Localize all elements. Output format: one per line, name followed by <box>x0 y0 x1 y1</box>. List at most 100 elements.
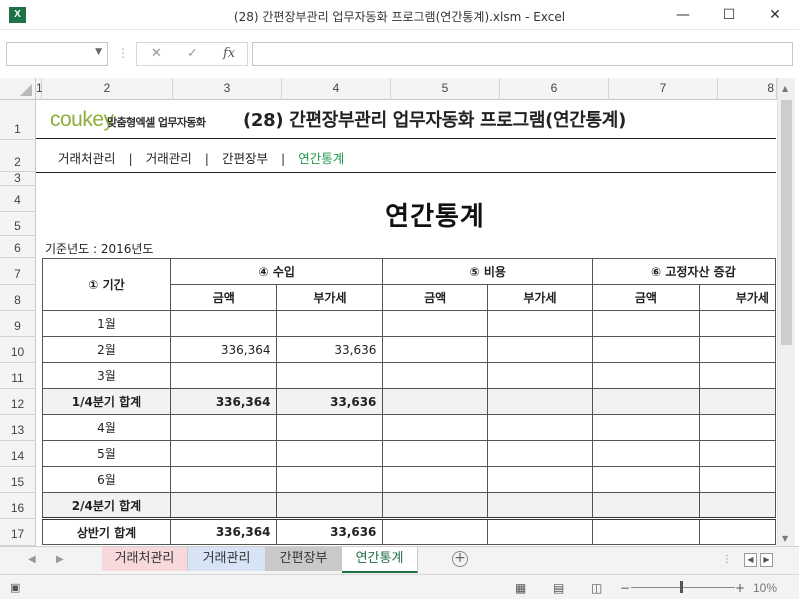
table-cell[interactable] <box>592 492 700 519</box>
table-cell[interactable] <box>698 336 776 363</box>
page-break-view-icon[interactable]: ◫ <box>591 581 602 595</box>
table-cell[interactable] <box>382 362 488 389</box>
table-cell[interactable] <box>486 414 594 441</box>
period-header[interactable]: ① 기간 <box>41 258 172 311</box>
period-cell[interactable]: 6월 <box>41 466 172 493</box>
page-layout-icon[interactable]: ▤ <box>553 581 564 595</box>
table-cell[interactable] <box>698 517 776 545</box>
minimize-button[interactable]: — <box>660 0 706 30</box>
tab-scroll-left-icon[interactable]: ◀ <box>28 554 36 565</box>
income-vat-cell[interactable] <box>276 492 384 519</box>
row-header[interactable]: 14 <box>0 441 36 467</box>
fixed-asset-header[interactable]: ⑥ 고정자산 증감 <box>592 258 776 285</box>
row-header[interactable]: 6 <box>0 236 36 258</box>
column-header[interactable]: 6 <box>500 78 609 100</box>
insert-function-icon[interactable]: fx <box>223 46 235 61</box>
table-cell[interactable] <box>382 310 488 337</box>
row-header[interactable]: 3 <box>0 172 36 186</box>
nav-link-clients[interactable]: 거래처관리 <box>58 148 116 167</box>
fixed-asset-vat-header[interactable]: 부가세 <box>698 284 776 311</box>
income-amount-cell[interactable] <box>170 492 278 519</box>
period-cell[interactable]: 1월 <box>41 310 172 337</box>
row-header[interactable]: 15 <box>0 467 36 493</box>
table-cell[interactable] <box>698 440 776 467</box>
scroll-thumb[interactable] <box>781 100 792 345</box>
zoom-out-icon[interactable]: − <box>620 581 630 595</box>
column-header[interactable]: 7 <box>609 78 718 100</box>
tab-transactions[interactable]: 거래관리 <box>188 547 266 571</box>
table-cell[interactable] <box>382 440 488 467</box>
table-cell[interactable] <box>698 414 776 441</box>
period-cell[interactable]: 2월 <box>41 336 172 363</box>
row-header[interactable]: 4 <box>0 186 36 212</box>
table-cell[interactable] <box>698 362 776 389</box>
vertical-scrollbar[interactable]: ▲ ▼ <box>777 78 795 548</box>
zoom-slider-thumb[interactable] <box>680 581 683 593</box>
income-vat-cell[interactable]: 33,636 <box>276 517 384 545</box>
row-header[interactable]: 16 <box>0 493 36 519</box>
expense-vat-header[interactable]: 부가세 <box>486 284 594 311</box>
expense-header[interactable]: ⑤ 비용 <box>382 258 593 285</box>
close-button[interactable]: ✕ <box>752 0 798 30</box>
row-header[interactable]: 2 <box>0 140 36 172</box>
zoom-level[interactable]: 10% <box>753 581 777 595</box>
row-header[interactable]: 12 <box>0 389 36 415</box>
table-cell[interactable] <box>382 336 488 363</box>
income-vat-cell[interactable]: 33,636 <box>276 336 384 363</box>
period-cell[interactable]: 5월 <box>41 440 172 467</box>
column-header[interactable]: 8 <box>718 78 777 100</box>
income-amount-cell[interactable] <box>170 310 278 337</box>
table-cell[interactable] <box>382 492 488 519</box>
zoom-slider[interactable] <box>631 587 735 588</box>
table-cell[interactable] <box>698 466 776 493</box>
tab-clients[interactable]: 거래처관리 <box>102 547 188 571</box>
table-cell[interactable] <box>382 466 488 493</box>
table-cell[interactable] <box>382 414 488 441</box>
nav-link-transactions[interactable]: 거래관리 <box>146 148 192 167</box>
table-cell[interactable] <box>486 492 594 519</box>
expense-amount-header[interactable]: 금액 <box>382 284 488 311</box>
row-header[interactable]: 17 <box>0 519 36 546</box>
table-cell[interactable] <box>592 466 700 493</box>
macro-record-icon[interactable]: ▣ <box>10 581 20 594</box>
income-vat-cell[interactable] <box>276 440 384 467</box>
row-header[interactable]: 5 <box>0 212 36 236</box>
hscroll-left-icon[interactable]: ◀ <box>744 553 757 567</box>
income-vat-header[interactable]: 부가세 <box>276 284 384 311</box>
zoom-in-icon[interactable]: + <box>735 581 745 595</box>
period-cell[interactable]: 4월 <box>41 414 172 441</box>
period-cell[interactable]: 3월 <box>41 362 172 389</box>
table-cell[interactable] <box>592 517 700 545</box>
income-amount-cell[interactable] <box>170 414 278 441</box>
table-cell[interactable] <box>486 310 594 337</box>
period-cell[interactable]: 2/4분기 합계 <box>41 492 172 519</box>
income-amount-cell[interactable] <box>170 466 278 493</box>
income-amount-header[interactable]: 금액 <box>170 284 278 311</box>
tab-scroll-right-icon[interactable]: ▶ <box>56 554 64 565</box>
column-header[interactable]: 5 <box>391 78 500 100</box>
table-cell[interactable] <box>486 440 594 467</box>
row-header[interactable]: 10 <box>0 337 36 363</box>
name-box[interactable]: ▼ <box>6 42 108 66</box>
row-header[interactable]: 13 <box>0 415 36 441</box>
income-vat-cell[interactable]: 33,636 <box>276 388 384 415</box>
row-header[interactable]: 1 <box>0 100 36 140</box>
income-amount-cell[interactable]: 336,364 <box>170 336 278 363</box>
worksheet[interactable]: coukey 맞춤형엑셀 업무자동화 (28) 간편장부관리 업무자동화 프로그… <box>36 100 776 545</box>
column-header[interactable]: 3 <box>173 78 282 100</box>
income-amount-cell[interactable]: 336,364 <box>170 517 278 545</box>
table-cell[interactable] <box>698 388 776 415</box>
table-cell[interactable] <box>382 517 488 545</box>
select-all-corner[interactable] <box>0 78 36 100</box>
income-amount-cell[interactable] <box>170 362 278 389</box>
normal-view-icon[interactable]: ▦ <box>515 581 526 595</box>
fixed-asset-amount-header[interactable]: 금액 <box>592 284 700 311</box>
income-vat-cell[interactable] <box>276 362 384 389</box>
tab-ledger[interactable]: 간편장부 <box>266 547 342 571</box>
hscroll-right-icon[interactable]: ▶ <box>760 553 773 567</box>
table-cell[interactable] <box>592 388 700 415</box>
nav-link-ledger[interactable]: 간편장부 <box>222 148 268 167</box>
formula-input[interactable] <box>252 42 793 66</box>
table-cell[interactable] <box>592 336 700 363</box>
table-cell[interactable] <box>698 310 776 337</box>
